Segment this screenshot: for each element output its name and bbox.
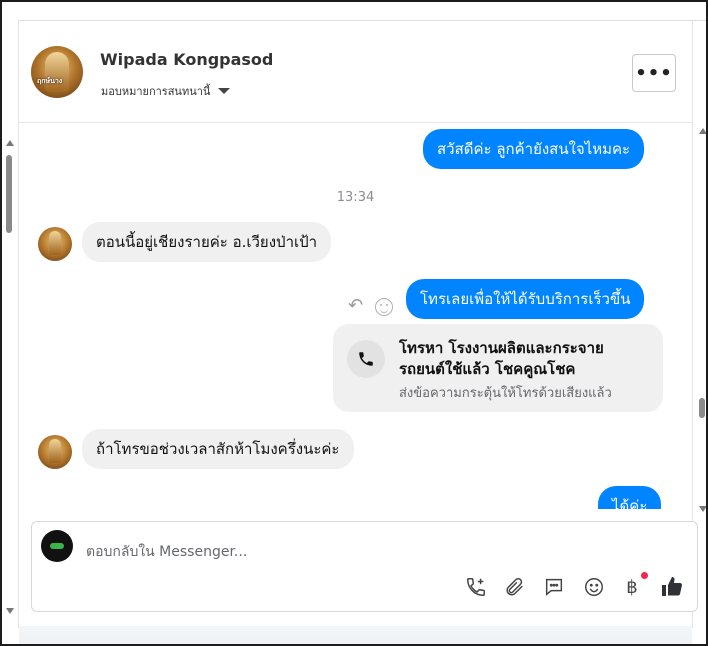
message-outgoing[interactable]: โทรเลยเพื่อให้ได้รับบริการเร็วขึ้น	[406, 279, 645, 319]
avatar-tag: ฤกษ์นาง	[37, 77, 63, 85]
message-incoming[interactable]: ถ้าโทรขอช่วงเวลาสักห้าโมงครึ่งนะค่ะ	[82, 429, 354, 469]
emoji-icon[interactable]	[582, 575, 606, 599]
contact-name[interactable]: Wipada Kongpasod	[100, 50, 273, 69]
react-emoji-icon[interactable]	[375, 298, 393, 316]
scroll-down-arrow-icon[interactable]	[699, 506, 706, 512]
caret-down-icon	[218, 88, 231, 94]
messages-scrollbar[interactable]	[698, 128, 706, 518]
scrollbar-thumb[interactable]	[699, 398, 705, 418]
call-card-title: โทรหา โรงงานผลิตและกระจายรถยนต์ใช้แล้ว โ…	[399, 339, 604, 378]
assign-conversation-dropdown[interactable]: มอบหมายการสนทนานี้	[101, 82, 231, 100]
more-options-button[interactable]: •••	[632, 54, 676, 92]
message-timestamp: 13:34	[336, 190, 375, 205]
saved-reply-icon[interactable]	[542, 575, 566, 599]
reply-input[interactable]: ตอบกลับใน Messenger...	[86, 541, 247, 563]
scroll-up-arrow-icon[interactable]	[6, 140, 14, 146]
scroll-up-arrow-icon[interactable]	[699, 128, 706, 134]
call-request-card[interactable]: โทรหา โรงงานผลิตและกระจายรถยนต์ใช้แล้ว โ…	[333, 324, 663, 412]
like-icon[interactable]	[660, 575, 684, 599]
assign-label: มอบหมายการสนทนานี้	[101, 85, 211, 98]
notification-dot	[641, 572, 648, 579]
call-card-subtitle: ส่งข้อความกระตุ้นให้โทรด้วยเสียงแล้ว	[399, 386, 612, 401]
message-incoming[interactable]: ตอนนี้อยู่เชียงรายค่ะ อ.เวียงป่าเป้า	[82, 222, 332, 262]
message-outgoing[interactable]: สวัสดีค่ะ ลูกค้ายังสนใจไหมคะ	[423, 129, 645, 169]
left-scrollbar[interactable]	[4, 140, 16, 620]
reply-composer[interactable]: ตอบกลับใน Messenger... ฿	[31, 521, 698, 612]
contact-avatar-small	[38, 435, 72, 469]
page-avatar	[41, 530, 73, 562]
scroll-down-arrow-icon[interactable]	[6, 608, 14, 614]
conversation-header: ฤกษ์นาง Wipada Kongpasod มอบหมายการสนทนา…	[19, 21, 692, 123]
phone-icon	[347, 340, 385, 378]
scrollbar-thumb[interactable]	[6, 155, 12, 233]
baht-payment-icon[interactable]: ฿	[620, 575, 644, 599]
add-call-icon[interactable]	[464, 575, 488, 599]
contact-avatar[interactable]: ฤกษ์นาง	[31, 46, 83, 98]
reply-icon[interactable]: ↶	[348, 295, 363, 316]
messenger-window: ฤกษ์นาง Wipada Kongpasod มอบหมายการสนทนา…	[0, 0, 708, 646]
attachment-icon[interactable]	[503, 575, 527, 599]
message-outgoing[interactable]: ได้ค่ะ	[598, 486, 662, 509]
message-thread: สวัสดีค่ะ ลูกค้ายังสนใจไหมคะ 13:34 ตอนนี…	[19, 124, 692, 509]
footer-strip	[19, 626, 692, 644]
contact-avatar-small	[38, 227, 72, 261]
